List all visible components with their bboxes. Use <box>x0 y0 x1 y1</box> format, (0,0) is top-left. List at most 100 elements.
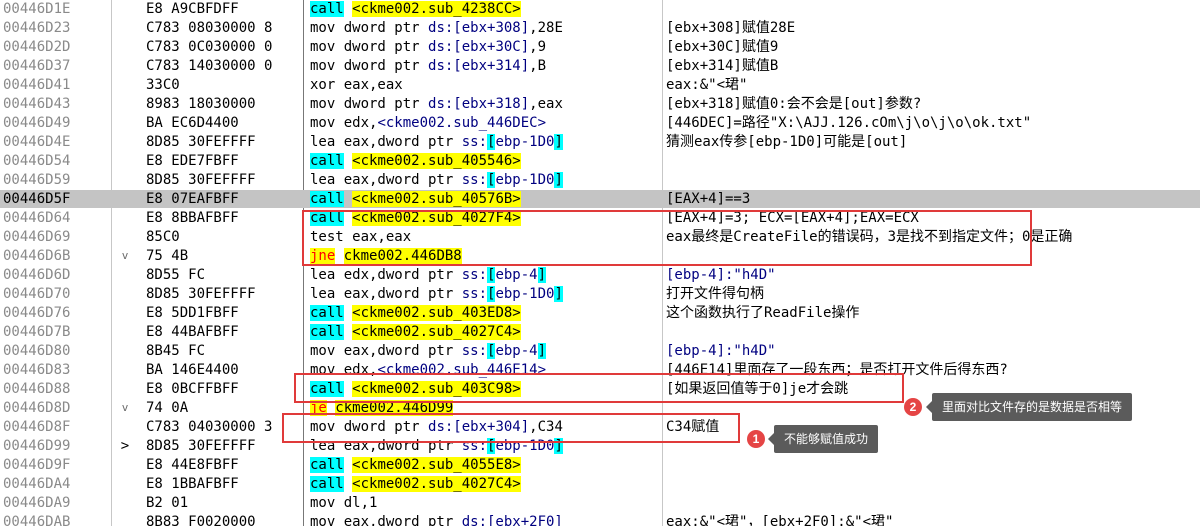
instruction-token: ebp-1D0 <box>495 172 555 188</box>
highlight-box-assign-c34 <box>282 413 740 443</box>
disasm-row[interactable]: 00446D76 E8 5DD1FBFF call <ckme002.sub_403… <box>0 304 1200 322</box>
disasm-row[interactable]: 00446D37 C783 14030000 0 mov dword ptr ds:… <box>0 57 1200 75</box>
instruction-token: ,B <box>529 58 547 74</box>
comment-text: [ebp-4]:"h4D" <box>666 267 776 283</box>
instruction-token: call <box>310 1 344 17</box>
instruction-token: lea eax,dword ptr <box>310 172 462 188</box>
disasm-row[interactable]: 00446D9F E8 44E8FBFF call <ckme002.sub_405… <box>0 456 1200 474</box>
comment-text: [ebx+314]赋值B <box>666 58 779 74</box>
instruction-token: <ckme002.sub_4055E8> <box>352 457 521 473</box>
disasm-row[interactable]: 00446D54 E8 EDE7FBFF call <ckme002.sub_405… <box>0 152 1200 170</box>
instruction-token <box>344 1 352 17</box>
disasm-row[interactable]: 00446D7B E8 44BAFBFF call <ckme002.sub_402… <box>0 323 1200 341</box>
instruction-cell: lea edx,dword ptr ss:[ebp-4] <box>310 266 662 284</box>
disasm-row[interactable]: 00446D41 33C0 xor eax,eax eax:&"<珺" <box>0 76 1200 94</box>
disasm-row[interactable]: 00446D23 C783 08030000 8 mov dword ptr ds:… <box>0 19 1200 37</box>
disasm-row[interactable]: 00446D4E 8D85 30FEFFFF lea eax,dword ptr s… <box>0 133 1200 151</box>
comment-cell: eax:&"<珺"，[ebx+2F0]:&"<珺" <box>666 513 1200 526</box>
address-cell: 00446D49 <box>3 115 71 131</box>
instruction-token: ebp-1D0 <box>495 286 555 302</box>
instruction-cell: xor eax,eax <box>310 76 662 94</box>
address-cell: 00446D83 <box>3 362 71 378</box>
comment-cell: [ebp-4]:"h4D" <box>666 342 1200 360</box>
instruction-token: ebp-4 <box>495 343 538 359</box>
disasm-row[interactable]: 00446D49 BA EC6D4400 mov edx,<ckme002.sub_… <box>0 114 1200 132</box>
comment-text: 这个函数执行了ReadFile操作 <box>666 305 860 321</box>
jump-arrow-icon: v <box>121 401 129 414</box>
address-cell: 00446D2D <box>3 39 71 55</box>
bytes-cell: C783 04030000 3 <box>146 419 273 435</box>
address-cell: 00446D70 <box>3 286 71 302</box>
address-cell: 00446D64 <box>3 210 71 226</box>
instruction-token: call <box>310 476 344 492</box>
address-cell: 00446D54 <box>3 153 71 169</box>
instruction-token: ] <box>537 267 547 283</box>
address-cell: 00446D59 <box>3 172 71 188</box>
bytes-cell: B2 01 <box>146 495 189 511</box>
instruction-token: ] <box>537 343 547 359</box>
disasm-row[interactable]: 00446D70 8D85 30FEFFFF lea eax,dword ptr s… <box>0 285 1200 303</box>
instruction-token: lea eax,dword ptr <box>310 286 462 302</box>
bytes-cell: 8B45 FC <box>146 343 206 359</box>
comment-text: [ebx+30C]赋值9 <box>666 39 779 55</box>
disasm-row[interactable]: 00446D80 8B45 FC mov eax,dword ptr ss:[ebp… <box>0 342 1200 360</box>
address-cell: 00446D1E <box>3 1 71 17</box>
instruction-cell: call <ckme002.sub_4238CC> <box>310 0 662 18</box>
disasm-row[interactable]: 00446D43 8983 18030000 mov dword ptr ds:[e… <box>0 95 1200 113</box>
comment-text: eax:&"<珺"，[ebx+2F0]:&"<珺" <box>666 514 894 526</box>
instruction-cell: mov eax,dword ptr ds:[ebx+2F0] <box>310 513 662 526</box>
instruction-cell: call <ckme002.sub_4055E8> <box>310 456 662 474</box>
bytes-cell: BA 146E4400 <box>146 362 239 378</box>
address-cell: 00446D8D <box>3 400 71 416</box>
disasm-row[interactable]: 00446D1E E8 A9CBFDFF call <ckme002.sub_423… <box>0 0 1200 18</box>
instruction-cell: mov dword ptr ds:[ebx+308],28E <box>310 19 662 37</box>
instruction-cell: call <ckme002.sub_4027C4> <box>310 475 662 493</box>
instruction-token: ss: <box>461 172 488 188</box>
instruction-token: ] <box>554 134 563 150</box>
instruction-cell: call <ckme002.sub_405546> <box>310 152 662 170</box>
instruction-token: <ckme002.sub_4238CC> <box>352 1 521 17</box>
bytes-cell: E8 8BBAFBFF <box>146 210 239 226</box>
instruction-token: ds:[ebx+318] <box>428 96 530 112</box>
bytes-cell: 74 0A <box>146 400 189 416</box>
instruction-token: mov dword ptr <box>310 96 429 112</box>
address-cell: 00446D80 <box>3 343 71 359</box>
address-cell: 00446DA9 <box>3 495 71 511</box>
instruction-token: <ckme002.sub_405546> <box>352 153 521 169</box>
address-cell: 00446D5F <box>3 191 71 207</box>
instruction-token: ss: <box>461 286 488 302</box>
comment-cell: [446DEC]=路径"X:\AJJ.126.cOm\j\o\j\o\ok.tx… <box>666 114 1200 132</box>
comment-text: [446DEC]=路径"X:\AJJ.126.cOm\j\o\j\o\ok.tx… <box>666 115 1032 131</box>
instruction-token: ss: <box>461 134 488 150</box>
address-cell: 00446D9F <box>3 457 71 473</box>
bytes-cell: E8 07EAFBFF <box>146 191 239 207</box>
address-cell: 00446D88 <box>3 381 71 397</box>
instruction-token <box>344 191 352 207</box>
bytes-cell: E8 A9CBFDFF <box>146 1 239 17</box>
comment-cell: [ebp-4]:"h4D" <box>666 266 1200 284</box>
bytes-cell: 75 4B <box>146 248 189 264</box>
instruction-token: call <box>310 191 344 207</box>
comment-cell: 猜测eax传参[ebp-1D0]可能是[out] <box>666 133 1200 151</box>
bytes-cell: 8D85 30FEFFFF <box>146 438 256 454</box>
disasm-row[interactable]: 00446DAB 8B83 F0020000 mov eax,dword ptr d… <box>0 513 1200 526</box>
comment-cell: 打开文件得句柄 <box>666 285 1200 303</box>
disasm-row[interactable]: 00446D5F E8 07EAFBFF call <ckme002.sub_405… <box>0 190 1200 208</box>
disassembly-view[interactable]: 00446D1E E8 A9CBFDFF call <ckme002.sub_423… <box>0 0 1200 526</box>
disasm-row[interactable]: 00446D2D C783 0C030000 0 mov dword ptr ds:… <box>0 38 1200 56</box>
instruction-token: call <box>310 324 344 340</box>
comment-cell: [ebx+318]赋值0:会不会是[out]参数? <box>666 95 1200 113</box>
instruction-cell: call <ckme002.sub_40576B> <box>310 190 662 208</box>
bytes-cell: 33C0 <box>146 77 180 93</box>
disasm-row[interactable]: 00446DA9 B2 01 mov dl,1 <box>0 494 1200 512</box>
instruction-token: <ckme002.sub_40576B> <box>352 191 521 207</box>
instruction-token: ,9 <box>529 39 547 55</box>
bytes-cell: 8D55 FC <box>146 267 206 283</box>
instruction-cell: mov dword ptr ds:[ebx+30C],9 <box>310 38 662 56</box>
disasm-row[interactable]: 00446D6D 8D55 FC lea edx,dword ptr ss:[ebp… <box>0 266 1200 284</box>
disasm-row[interactable]: 00446DA4 E8 1BBAFBFF call <ckme002.sub_402… <box>0 475 1200 493</box>
instruction-cell: call <ckme002.sub_4027C4> <box>310 323 662 341</box>
instruction-token <box>344 305 352 321</box>
disasm-row[interactable]: 00446D59 8D85 30FEFFFF lea eax,dword ptr s… <box>0 171 1200 189</box>
address-cell: 00446D8F <box>3 419 71 435</box>
